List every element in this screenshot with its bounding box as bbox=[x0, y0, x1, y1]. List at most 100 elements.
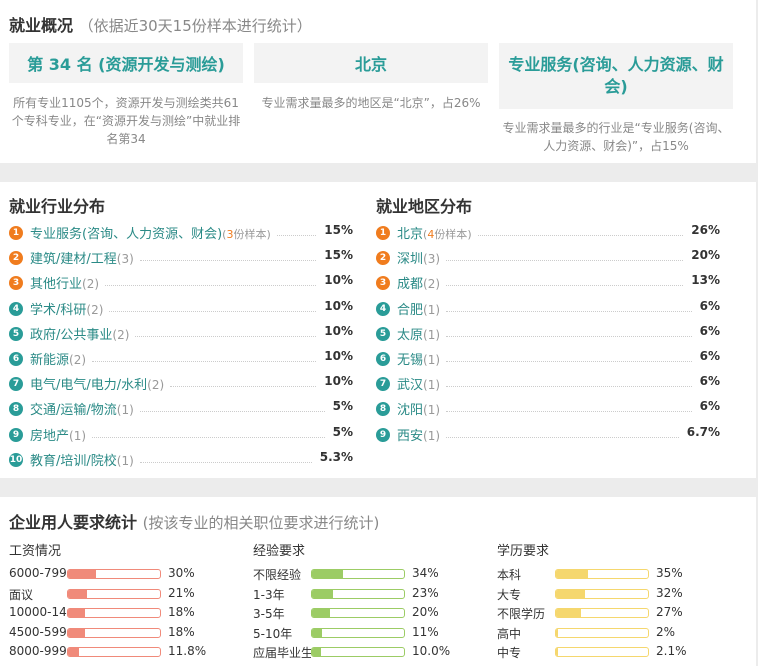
requirement-bar-fill bbox=[312, 589, 334, 598]
requirement-bar-fill bbox=[312, 609, 331, 618]
list-item-name: 新能源 bbox=[30, 352, 70, 368]
requirement-label: 应届毕业生 bbox=[253, 646, 311, 661]
overview-card: 就业概况 （依据近30天15份样本进行统计） 第 34 名 (资源开发与测绘) … bbox=[0, 0, 756, 163]
list-item-name: 电气/电气/电力/水利 bbox=[30, 378, 148, 394]
leader-dots bbox=[478, 235, 683, 236]
list-item: 6 新能源(2) 10% bbox=[9, 346, 353, 371]
rank-badge: 3 bbox=[376, 276, 390, 291]
list-item-name: 成都 bbox=[397, 277, 424, 293]
requirement-bar-fill bbox=[556, 609, 581, 618]
industry-list: 1 专业服务(咨询、人力资源、财会)(3份样本) 15% 2 建筑/建材/工程(3) 15… bbox=[9, 220, 353, 472]
leader-dots bbox=[170, 386, 316, 388]
requirement-bar bbox=[555, 647, 649, 658]
list-item-count: (1) bbox=[423, 302, 441, 317]
list-item-count: (3) bbox=[423, 252, 441, 267]
requirement-bar-fill bbox=[68, 628, 85, 637]
list-item: 8 沈阳(1) 6% bbox=[376, 396, 720, 421]
list-item-link[interactable]: 建筑/建材/工程(3) bbox=[30, 248, 134, 267]
rank-badge: 9 bbox=[376, 427, 390, 442]
list-item-name: 深圳 bbox=[397, 252, 424, 268]
overview-title: 就业概况 （依据近30天15份样本进行统计） bbox=[9, 12, 312, 36]
list-item-link[interactable]: 无锡(1) bbox=[397, 349, 440, 368]
requirement-label: 高中 bbox=[497, 626, 522, 641]
list-item-count: (1) bbox=[423, 352, 441, 367]
list-item-count: (2) bbox=[82, 277, 100, 292]
list-item-link[interactable]: 房地产(1) bbox=[30, 425, 86, 444]
list-item-name: 无锡 bbox=[397, 352, 424, 368]
rank-badge: 9 bbox=[9, 427, 23, 442]
list-item-count: (1) bbox=[69, 428, 87, 443]
requirement-bar-fill bbox=[312, 648, 322, 657]
leader-dots bbox=[140, 260, 316, 262]
list-item-link[interactable]: 其他行业(2) bbox=[30, 273, 99, 292]
list-item-count: (3份样本) bbox=[222, 228, 271, 241]
list-item-link[interactable]: 太原(1) bbox=[397, 324, 440, 343]
list-item-link[interactable]: 北京(4份样本) bbox=[397, 223, 472, 242]
requirement-bar bbox=[67, 588, 161, 599]
list-item-count: (1) bbox=[116, 453, 134, 468]
list-item-count: (1) bbox=[423, 428, 441, 443]
list-item-link[interactable]: 新能源(2) bbox=[30, 349, 86, 368]
list-item-name: 政府/公共事业 bbox=[30, 327, 113, 343]
requirement-row: 10000-149 18% bbox=[9, 603, 249, 623]
list-item-link[interactable]: 沈阳(1) bbox=[397, 399, 440, 418]
list-item-link[interactable]: 交通/运输/物流(1) bbox=[30, 399, 134, 418]
region-title: 就业地区分布 bbox=[376, 197, 473, 216]
requirement-percent: 27% bbox=[656, 605, 683, 620]
list-item-name: 合肥 bbox=[397, 302, 424, 318]
leader-dots bbox=[92, 436, 325, 438]
list-item-percent: 10% bbox=[324, 323, 353, 338]
list-item-link[interactable]: 西安(1) bbox=[397, 425, 440, 444]
list-item-percent: 15% bbox=[324, 248, 353, 263]
rank-box: 第 34 名 (资源开发与测绘) bbox=[9, 43, 243, 83]
requirement-percent: 32% bbox=[656, 585, 683, 600]
count-unit: 份样本 bbox=[233, 228, 267, 241]
list-item-link[interactable]: 成都(2) bbox=[397, 273, 440, 292]
list-item: 3 成都(2) 13% bbox=[376, 270, 720, 295]
requirement-row: 4500-5999 18% bbox=[9, 623, 249, 643]
rank-badge: 5 bbox=[9, 326, 23, 341]
requirement-bar bbox=[311, 588, 405, 599]
list-item-name: 建筑/建材/工程 bbox=[30, 252, 117, 268]
leader-dots bbox=[135, 335, 316, 337]
list-item-percent: 10% bbox=[324, 348, 353, 363]
rank-badge: 10 bbox=[9, 452, 23, 467]
requirement-label: 8000-9999 bbox=[9, 644, 67, 659]
list-item-name: 沈阳 bbox=[397, 403, 424, 419]
requirement-percent: 11% bbox=[412, 624, 439, 639]
rank-badge: 8 bbox=[376, 402, 390, 417]
requirement-row: 中专 2.1% bbox=[497, 642, 737, 662]
requirement-label: 3-5年 bbox=[253, 607, 285, 622]
requirement-row: 大专 32% bbox=[497, 584, 737, 604]
list-item-link[interactable]: 教育/培训/院校(1) bbox=[30, 450, 134, 469]
requirement-percent: 21% bbox=[168, 585, 195, 600]
list-item-link[interactable]: 合肥(1) bbox=[397, 299, 440, 318]
top-industry-label: 专业服务(咨询、人力资源、财会) bbox=[508, 55, 724, 96]
list-item: 7 电气/电气/电力/水利(2) 10% bbox=[9, 371, 353, 396]
list-item-link[interactable]: 武汉(1) bbox=[397, 374, 440, 393]
requirement-row: 6000-7999 30% bbox=[9, 564, 249, 584]
education-head: 学历要求 bbox=[497, 544, 550, 559]
list-item-link[interactable]: 学术/科研(2) bbox=[30, 299, 103, 318]
list-item-percent: 26% bbox=[691, 223, 720, 237]
requirement-bar bbox=[311, 608, 405, 619]
list-item: 1 专业服务(咨询、人力资源、财会)(3份样本) 15% bbox=[9, 220, 353, 245]
leader-dots bbox=[446, 386, 692, 388]
top-industry-box: 专业服务(咨询、人力资源、财会) bbox=[499, 43, 733, 109]
requirement-label: 不限经验 bbox=[253, 568, 302, 582]
list-item-link[interactable]: 电气/电气/电力/水利(2) bbox=[30, 374, 164, 393]
requirement-label: 面议 bbox=[9, 587, 34, 602]
requirement-bar bbox=[67, 627, 161, 638]
list-item-link[interactable]: 专业服务(咨询、人力资源、财会)(3份样本) bbox=[30, 223, 271, 242]
rank-badge: 2 bbox=[9, 251, 23, 266]
requirement-bar bbox=[555, 588, 649, 599]
list-item-count: (1) bbox=[423, 403, 441, 418]
list-item-link[interactable]: 政府/公共事业(2) bbox=[30, 324, 129, 343]
industry-title: 就业行业分布 bbox=[9, 197, 106, 216]
list-item-percent: 5% bbox=[332, 399, 353, 414]
list-item-count: (2) bbox=[147, 378, 165, 393]
list-item-link[interactable]: 深圳(3) bbox=[397, 248, 440, 267]
list-item-count: (2) bbox=[86, 302, 104, 317]
list-item-percent: 10% bbox=[324, 273, 353, 288]
requirement-row: 3-5年 20% bbox=[253, 603, 493, 623]
